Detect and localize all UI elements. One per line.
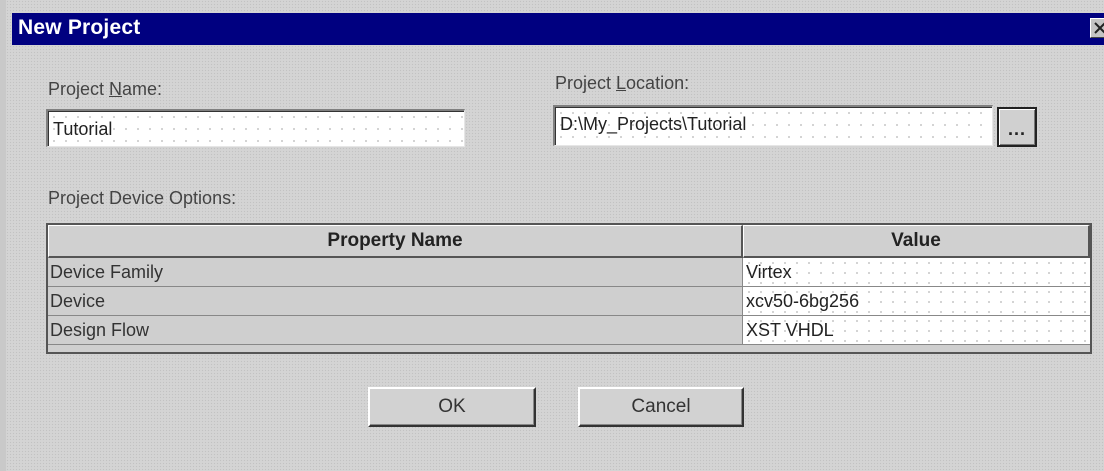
column-header-property-name[interactable]: Property Name bbox=[48, 225, 743, 258]
device-options-grid: Property Name Value Device Family Virtex… bbox=[46, 223, 1092, 354]
project-name-input[interactable]: Tutorial bbox=[46, 109, 465, 147]
project-name-label-post: ame: bbox=[122, 79, 163, 99]
project-name-value: Tutorial bbox=[53, 119, 113, 139]
column-header-value[interactable]: Value bbox=[743, 225, 1090, 258]
project-name-label: Project Name: bbox=[48, 79, 162, 100]
project-name-label-pre: Project bbox=[48, 79, 110, 99]
device-options-label: Project Device Options: bbox=[48, 188, 237, 208]
ok-button[interactable]: OK bbox=[368, 387, 536, 427]
table-row[interactable]: Device xcv50-6bg256 bbox=[48, 287, 1090, 316]
property-name-cell: Device bbox=[48, 287, 743, 316]
table-row[interactable]: Design Flow XST VHDL bbox=[48, 316, 1090, 345]
browse-location-button[interactable]: ... bbox=[997, 107, 1037, 147]
project-location-value: D:\My_Projects\Tutorial bbox=[560, 114, 747, 134]
property-value-cell[interactable]: xcv50-6bg256 bbox=[743, 287, 1090, 316]
project-name-accelerator: N bbox=[109, 79, 123, 99]
title-bar[interactable]: New Project bbox=[12, 13, 1104, 45]
project-location-label-pre: Project bbox=[555, 73, 617, 93]
property-name-cell: Device Family bbox=[48, 258, 743, 287]
property-name-cell: Design Flow bbox=[48, 316, 743, 345]
close-icon bbox=[1094, 22, 1104, 34]
project-location-input[interactable]: D:\My_Projects\Tutorial bbox=[553, 105, 993, 146]
new-project-dialog: New Project Project Name: Tutorial Proje… bbox=[0, 0, 1104, 471]
project-location-label: Project Location: bbox=[555, 73, 689, 94]
dialog-title: New Project bbox=[18, 16, 141, 39]
browse-label: ... bbox=[1007, 119, 1026, 139]
property-value-cell[interactable]: XST VHDL bbox=[743, 316, 1090, 345]
property-value-cell[interactable]: Virtex bbox=[743, 258, 1090, 287]
project-location-accelerator: L bbox=[616, 73, 627, 93]
close-button[interactable] bbox=[1090, 18, 1104, 38]
project-location-label-post: ocation: bbox=[626, 73, 690, 93]
cancel-button[interactable]: Cancel bbox=[578, 387, 744, 427]
table-row[interactable]: Device Family Virtex bbox=[48, 258, 1090, 287]
